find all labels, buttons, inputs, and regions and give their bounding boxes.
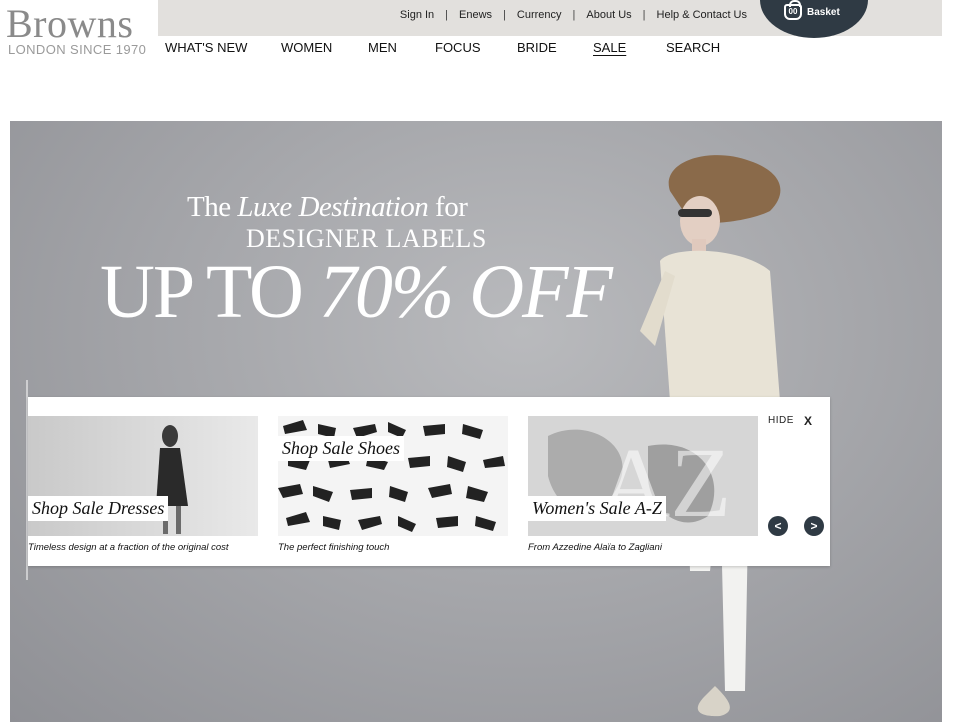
headline-text: for bbox=[428, 191, 468, 223]
shoes-pattern-graphic bbox=[278, 416, 508, 536]
nav-focus[interactable]: FOCUS bbox=[435, 40, 481, 55]
nav-sale[interactable]: SALE bbox=[593, 40, 626, 55]
nav-search[interactable]: SEARCH bbox=[666, 40, 720, 55]
nav-women[interactable]: WOMEN bbox=[281, 40, 332, 55]
basket-button[interactable]: 00 Basket bbox=[784, 0, 840, 20]
hide-panel-button[interactable]: HIDE bbox=[768, 415, 794, 426]
nav-whats-new[interactable]: WHAT'S NEW bbox=[165, 40, 247, 55]
promo-card-title[interactable]: Women's Sale A-Z bbox=[528, 496, 666, 521]
nav-men[interactable]: MEN bbox=[368, 40, 397, 55]
hero-headline-line1: The Luxe Destination for bbox=[187, 191, 468, 224]
nav-bride[interactable]: BRIDE bbox=[517, 40, 557, 55]
next-arrow-icon[interactable]: > bbox=[804, 516, 824, 536]
utility-nav: Sign In | Enews | Currency | About Us | … bbox=[400, 9, 747, 21]
help-contact-link[interactable]: Help & Contact Us bbox=[657, 9, 747, 21]
promo-card-desc: From Azzedine Alaïa to Zagliani bbox=[528, 542, 662, 553]
discount-amount: 70% OFF bbox=[318, 250, 613, 334]
enews-link[interactable]: Enews bbox=[459, 9, 492, 21]
sign-in-link[interactable]: Sign In bbox=[400, 9, 434, 21]
separator: | bbox=[572, 9, 576, 21]
headline-emphasis: Luxe Destination bbox=[237, 191, 429, 223]
separator: | bbox=[503, 9, 506, 21]
headline-text: The bbox=[187, 191, 238, 223]
separator: | bbox=[445, 9, 449, 21]
promo-card-title[interactable]: Shop Sale Dresses bbox=[28, 496, 169, 521]
promo-card-desc: The perfect finishing touch bbox=[278, 542, 390, 553]
browns-logo[interactable]: Browns LONDON SINCE 1970 bbox=[6, 1, 156, 58]
currency-link[interactable]: Currency bbox=[517, 9, 562, 21]
close-icon[interactable]: X bbox=[804, 414, 812, 428]
about-us-link[interactable]: About Us bbox=[586, 9, 631, 21]
promo-card-title[interactable]: Shop Sale Shoes bbox=[278, 436, 404, 461]
separator: | bbox=[642, 9, 646, 21]
shoes-image bbox=[278, 416, 508, 536]
basket-count: 00 bbox=[788, 7, 798, 16]
hero-headline-discount: UP TO 70% OFF bbox=[100, 249, 613, 336]
discount-prefix: UP TO bbox=[100, 250, 319, 334]
logo-tagline: LONDON SINCE 1970 bbox=[8, 42, 147, 57]
basket-bag-icon: 00 bbox=[784, 0, 802, 20]
basket-label: Basket bbox=[807, 6, 840, 18]
promo-card-desc: Timeless design at a fraction of the ori… bbox=[28, 542, 229, 553]
prev-arrow-icon[interactable]: < bbox=[768, 516, 788, 536]
promo-panel: Shop Sale Dresses Timeless design at a f… bbox=[28, 397, 830, 566]
logo-wordmark: Browns bbox=[6, 1, 134, 46]
